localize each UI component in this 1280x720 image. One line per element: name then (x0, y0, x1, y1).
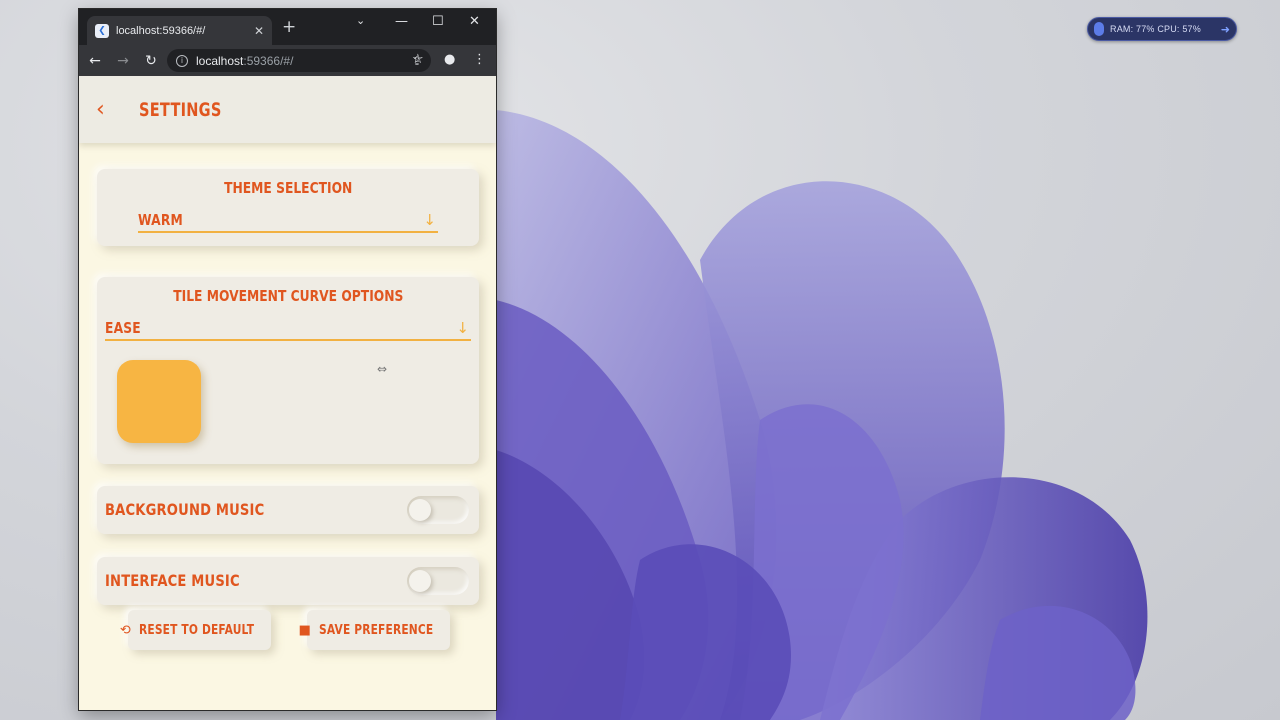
theme-selection-title: THEME SELECTION (223, 179, 353, 197)
back-arrow-icon[interactable]: ‹ (96, 97, 126, 122)
performance-widget[interactable]: RAM: 77% CPU: 57% ➜ (1087, 17, 1237, 41)
reload-icon[interactable]: ↻ (143, 53, 159, 69)
curve-selected-value: EASE (105, 319, 141, 337)
interface-music-toggle[interactable] (407, 567, 469, 595)
minimize-icon[interactable]: — (395, 14, 408, 29)
curve-dropdown[interactable]: EASE ↓ (105, 317, 471, 341)
tile-curve-title: TILE MOVEMENT CURVE OPTIONS (172, 287, 404, 305)
profile-icon[interactable]: ● (444, 52, 455, 67)
site-info-icon[interactable]: i (176, 54, 188, 67)
tab-search-icon[interactable]: ⌄ (356, 14, 365, 27)
flutter-favicon-icon: ❮ (95, 23, 109, 38)
browser-titlebar: ❮ localhost:59366/#/ ✕ + ⌄ — ☐ ✕ (79, 9, 496, 45)
background-music-label: BACKGROUND MUSIC (105, 499, 265, 519)
browser-toolbar: ← → ↻ i localhost:59366/#/ ⇪ ☆ ● ⋮ (79, 45, 496, 76)
address-bar[interactable]: i localhost:59366/#/ ⇪ (167, 49, 431, 72)
reset-button-label: RESET TO DEFAULT (138, 622, 254, 638)
background-music-toggle[interactable] (407, 496, 469, 524)
theme-dropdown[interactable]: WARM ↓ (138, 209, 438, 233)
app-bar: ‹ SETTINGS (79, 76, 496, 143)
dropdown-arrow-icon: ↓ (423, 211, 436, 229)
new-tab-icon[interactable]: + (282, 19, 296, 36)
save-disk-icon: ■ (298, 622, 311, 638)
microphone-icon (1094, 22, 1104, 36)
tab-close-icon[interactable]: ✕ (254, 24, 264, 38)
settings-screen: ‹ SETTINGS THEME SELECTION WARM ↓ TILE M… (79, 76, 496, 710)
close-window-icon[interactable]: ✕ (469, 14, 480, 29)
browser-window: ❮ localhost:59366/#/ ✕ + ⌄ — ☐ ✕ ← → ↻ i… (79, 9, 496, 710)
performance-readout: RAM: 77% CPU: 57% (1110, 24, 1201, 34)
url-text: localhost:59366/#/ (196, 53, 294, 68)
save-button-label: SAVE PREFERENCE (318, 622, 434, 638)
tab-title: localhost:59366/#/ (116, 24, 206, 37)
resize-cursor-icon: ⇔ (377, 362, 388, 376)
bookmark-star-icon[interactable]: ☆ (412, 52, 424, 67)
arrow-right-icon[interactable]: ➜ (1221, 23, 1230, 36)
reset-to-default-button[interactable]: ⟲ RESET TO DEFAULT (120, 610, 271, 650)
page-title: SETTINGS (139, 98, 222, 121)
tile-curve-card: TILE MOVEMENT CURVE OPTIONS EASE ↓ ⇔ (97, 277, 479, 464)
curve-preview-tile (117, 360, 201, 443)
theme-selected-value: WARM (138, 211, 183, 229)
theme-selection-card: THEME SELECTION WARM ↓ (97, 169, 479, 246)
interface-music-label: INTERFACE MUSIC (105, 570, 240, 590)
background-music-card: BACKGROUND MUSIC (97, 486, 479, 534)
dropdown-arrow-icon: ↓ (456, 319, 469, 337)
browser-tab[interactable]: ❮ localhost:59366/#/ ✕ (87, 16, 272, 45)
maximize-icon[interactable]: ☐ (432, 14, 444, 29)
reset-icon: ⟲ (119, 622, 131, 638)
back-icon[interactable]: ← (87, 53, 103, 69)
interface-music-card: INTERFACE MUSIC (97, 557, 479, 605)
save-preference-button[interactable]: ■ SAVE PREFERENCE (299, 610, 450, 650)
menu-kebab-icon[interactable]: ⋮ (473, 52, 486, 67)
forward-icon[interactable]: → (115, 53, 131, 69)
